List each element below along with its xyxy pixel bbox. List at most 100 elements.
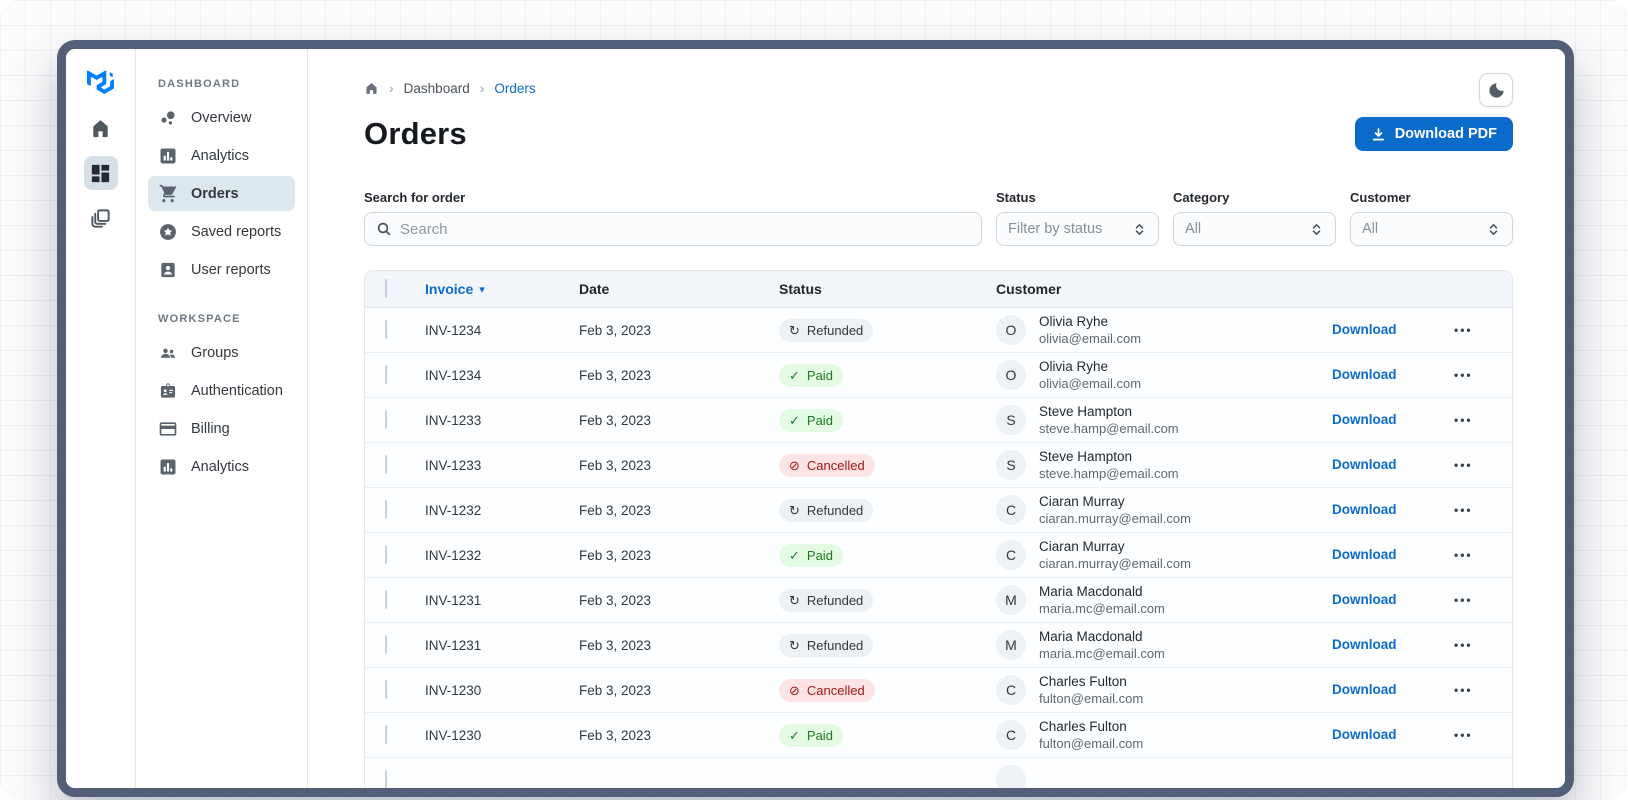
avatar: M [996, 630, 1026, 660]
status-icon: ↻ [789, 322, 800, 338]
badge-icon [158, 381, 178, 401]
avatar: S [996, 450, 1026, 480]
select-all-checkbox[interactable] [385, 279, 387, 298]
date-cell: Feb 3, 2023 [579, 727, 652, 743]
table-row: INV-1231 Feb 3, 2023 ↻ Refunded M Maria … [365, 623, 1512, 668]
rail-home-button[interactable] [84, 111, 118, 145]
sidebar-item-label: Saved reports [191, 223, 282, 240]
download-link[interactable]: Download [1332, 367, 1397, 382]
sidebar-item-groups[interactable]: Groups [148, 335, 295, 370]
customer-email: fulton@email.com [1039, 736, 1144, 751]
download-link[interactable]: Download [1332, 592, 1397, 607]
sidebar-item-overview[interactable]: Overview [148, 100, 295, 135]
sidebar-item-saved-reports[interactable]: Saved reports [148, 214, 295, 249]
filter-select-status[interactable]: Filter by status [996, 212, 1159, 246]
download-link[interactable]: Download [1332, 637, 1397, 652]
row-checkbox[interactable] [385, 365, 387, 384]
sidebar-item-authentication[interactable]: Authentication [148, 373, 295, 408]
row-menu-button[interactable]: ••• [1442, 638, 1473, 652]
breadcrumb-separator: › [389, 80, 394, 96]
column-header-customer: Customer [996, 281, 1062, 297]
breadcrumb-separator: › [479, 80, 485, 96]
customer-email: steve.hamp@email.com [1039, 421, 1179, 436]
date-cell: Feb 3, 2023 [579, 412, 652, 428]
row-checkbox[interactable] [385, 545, 387, 564]
download-pdf-button[interactable]: Download PDF [1354, 117, 1513, 151]
avatar: C [996, 495, 1026, 525]
download-link[interactable]: Download [1332, 322, 1397, 337]
table-row: INV-1230 Feb 3, 2023 ⊘ Cancelled C Charl… [365, 668, 1512, 713]
customer-email: ciaran.murray@email.com [1039, 511, 1191, 526]
breadcrumb-item-dashboard[interactable]: Dashboard [404, 81, 470, 96]
table-row: INV-1233 Feb 3, 2023 ✓ Paid S Steve Hamp… [365, 398, 1512, 443]
row-menu-button[interactable]: ••• [1442, 683, 1473, 697]
rail-dashboard-button[interactable] [83, 156, 118, 190]
status-badge: ↻ Refunded [779, 633, 874, 657]
table-row: INV-1232 Feb 3, 2023 ↻ Refunded C Ciaran… [365, 488, 1512, 533]
row-checkbox[interactable] [385, 320, 387, 339]
row-checkbox[interactable] [385, 770, 387, 788]
invoice-cell: INV-1231 [425, 637, 482, 653]
sidebar-item-label: Analytics [191, 147, 250, 164]
avatar [996, 765, 1026, 788]
status-icon: ✓ [789, 547, 800, 563]
row-menu-button[interactable]: ••• [1442, 728, 1473, 742]
date-cell: Feb 3, 2023 [579, 637, 652, 653]
row-checkbox[interactable] [385, 455, 387, 474]
select-value: All [1185, 221, 1202, 237]
row-menu-button[interactable]: ••• [1442, 503, 1473, 517]
row-menu-button[interactable]: ••• [1442, 368, 1473, 382]
status-icon: ⊘ [789, 457, 800, 473]
row-checkbox[interactable] [385, 590, 387, 609]
status-badge: ↻ Refunded [779, 498, 874, 522]
customer-email: olivia@email.com [1039, 331, 1142, 346]
download-link[interactable]: Download [1332, 727, 1397, 742]
table-row: INV-1233 Feb 3, 2023 ⊘ Cancelled S Steve… [365, 443, 1512, 488]
orders-table: Invoice ▾ Date Status Customer INV-1234 … [364, 270, 1513, 788]
customer-name: Maria Macdonald [1039, 584, 1143, 599]
row-menu-button[interactable]: ••• [1442, 548, 1473, 562]
sidebar-item-user-reports[interactable]: User reports [148, 252, 295, 287]
download-link[interactable]: Download [1332, 412, 1397, 427]
download-link[interactable]: Download [1332, 502, 1397, 517]
row-checkbox[interactable] [385, 410, 387, 429]
desktop-background: DASHBOARD Overview Analytics Orders Save… [0, 0, 1628, 800]
row-checkbox[interactable] [385, 680, 387, 699]
filter-select-category[interactable]: All [1173, 212, 1336, 246]
invoice-cell: INV-1230 [425, 727, 482, 743]
download-link[interactable]: Download [1332, 457, 1397, 472]
row-menu-button[interactable]: ••• [1442, 593, 1473, 607]
filter-select-customer[interactable]: All [1350, 212, 1513, 246]
sidebar-item-orders[interactable]: Orders [148, 176, 295, 211]
breadcrumb-item-orders: Orders [494, 80, 536, 96]
row-checkbox[interactable] [385, 725, 387, 744]
download-link[interactable]: Download [1332, 547, 1397, 562]
customer-name: Olivia Ryhe [1039, 359, 1109, 374]
sidebar-item-analytics[interactable]: Analytics [148, 138, 295, 173]
sort-arrow-icon: ▾ [479, 283, 485, 296]
download-link[interactable]: Download [1332, 682, 1397, 697]
row-checkbox[interactable] [385, 635, 387, 654]
search-input[interactable] [364, 212, 982, 246]
invoice-cell: INV-1234 [425, 367, 482, 383]
search-field[interactable] [400, 220, 970, 238]
theme-toggle-button[interactable] [1479, 73, 1513, 107]
rail-layers-button[interactable] [84, 201, 118, 235]
customer-name: Steve Hampton [1039, 449, 1133, 464]
row-checkbox[interactable] [385, 500, 387, 519]
row-menu-button[interactable]: ••• [1442, 323, 1473, 337]
star-icon [158, 222, 178, 242]
row-menu-button[interactable]: ••• [1442, 413, 1473, 427]
row-menu-button[interactable]: ••• [1442, 458, 1473, 472]
status-badge: ⊘ Cancelled [779, 678, 875, 702]
customer-email: maria.mc@email.com [1039, 646, 1165, 661]
main-content: › Dashboard › Orders Orders Download PDF… [308, 49, 1565, 788]
breadcrumb-home-icon[interactable] [364, 81, 379, 96]
avatar: M [996, 585, 1026, 615]
customer-email: steve.hamp@email.com [1039, 466, 1179, 481]
sidebar-item-analytics[interactable]: Analytics [148, 449, 295, 484]
window-scrollbar[interactable] [1568, 56, 1572, 73]
sidebar-item-billing[interactable]: Billing [148, 411, 295, 446]
column-header-invoice[interactable]: Invoice ▾ [409, 281, 569, 297]
status-badge: ↻ Refunded [779, 318, 874, 342]
